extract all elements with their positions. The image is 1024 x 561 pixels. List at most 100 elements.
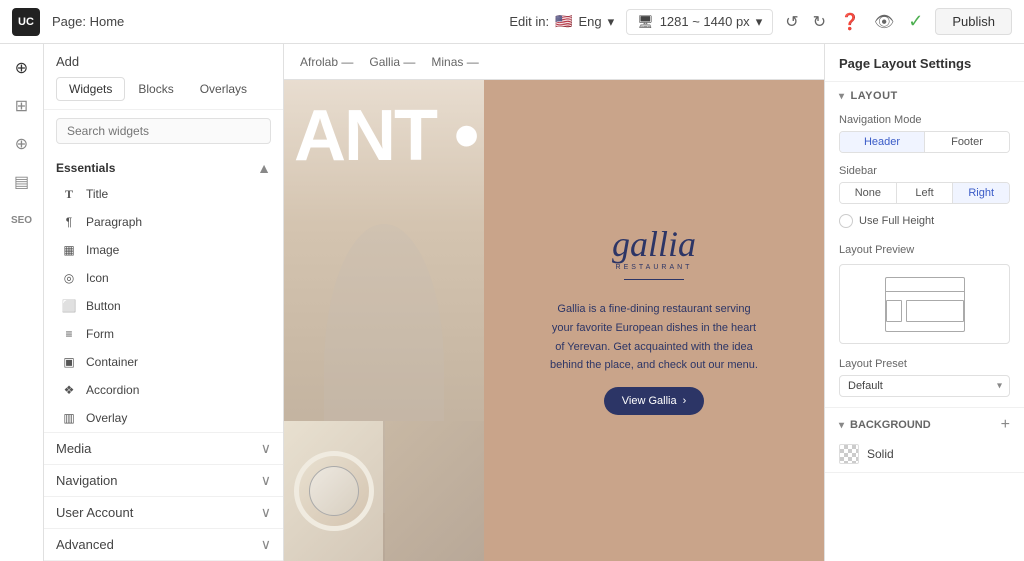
tab-widgets[interactable]: Widgets — [56, 77, 125, 101]
layout-icon[interactable]: ▤ — [6, 166, 38, 198]
layout-preset-label: Layout Preset — [839, 358, 1010, 370]
main-layout: ⊕ ⊞ ⊕ ▤ SEO Add Widgets Blocks Overlays … — [0, 44, 1024, 561]
container-icon: ▣ — [60, 353, 78, 371]
publish-button[interactable]: Publish — [935, 8, 1012, 35]
nav-item-gallia: Gallia — — [369, 55, 415, 69]
cms-icon[interactable]: ⊕ — [6, 128, 38, 160]
gallia-logo-area: gallia RESTAURANT — [612, 226, 696, 288]
list-item[interactable]: ⬜ Button — [48, 292, 279, 320]
essentials-section-header: Essentials ▲ — [44, 152, 283, 180]
bg-section: ▾ BACKGROUND + Solid — [825, 408, 1024, 473]
nav-item-afrolab: Afrolab — — [300, 55, 353, 69]
tab-overlays[interactable]: Overlays — [187, 77, 260, 101]
bg-collapse-icon: ▾ — [839, 420, 844, 431]
accordion-label: Accordion — [86, 383, 139, 397]
sidebar-none-button[interactable]: None — [840, 183, 897, 203]
layers-icon[interactable]: ⊞ — [6, 90, 38, 122]
topbar-actions: ↺ ↻ ❓ 👁 ✓ — [785, 11, 923, 32]
page-content: ANT • GALLIA RE gall — [284, 80, 824, 561]
nav-mode-group: Header Footer — [839, 131, 1010, 153]
bg-item: Solid — [825, 440, 1024, 472]
bg-section-header: ▾ BACKGROUND + — [825, 408, 1024, 440]
icon-icon: ◎ — [60, 269, 78, 287]
icon-sidebar: ⊕ ⊞ ⊕ ▤ SEO — [0, 44, 44, 561]
full-height-checkbox[interactable] — [839, 214, 853, 228]
list-item[interactable]: ¶ Paragraph — [48, 208, 279, 236]
layout-preset: Layout Preset Default — [825, 354, 1024, 407]
canvas: Afrolab — Gallia — Minas — ANT • GALLIA … — [284, 44, 824, 561]
nav-mode-label: Navigation Mode — [839, 114, 1010, 126]
view-gallia-button[interactable]: View Gallia › — [604, 387, 705, 415]
bg-add-button[interactable]: + — [1001, 416, 1010, 434]
list-item[interactable]: ◎ Icon — [48, 264, 279, 292]
list-item[interactable]: T Title — [48, 180, 279, 208]
media-chevron: ∨ — [261, 440, 271, 457]
layout-collapse-icon: ▾ — [839, 91, 845, 102]
bg-section-left: ▾ BACKGROUND — [839, 419, 931, 431]
edit-in: Edit in: 🇺🇸 Eng ▾ — [509, 13, 614, 30]
bg-checker-swatch[interactable] — [839, 444, 859, 464]
icon-label: Icon — [86, 271, 109, 285]
search-input[interactable] — [56, 118, 271, 144]
overlay-icon: ▥ — [60, 409, 78, 427]
form-icon: ≡ — [60, 325, 78, 343]
nav-header-button[interactable]: Header — [840, 132, 925, 152]
nav-mode-row: Navigation Mode Header Footer — [825, 110, 1024, 161]
screen-size-selector[interactable]: 🖥 1281 ~ 1440 px ▾ — [626, 9, 773, 35]
redo-icon[interactable]: ↻ — [813, 12, 826, 32]
tab-blocks[interactable]: Blocks — [125, 77, 186, 101]
hero-desc: Gallia is a fine-dining restaurant servi… — [549, 300, 759, 375]
list-item[interactable]: ▣ Container — [48, 348, 279, 376]
advanced-chevron: ∨ — [261, 536, 271, 553]
paragraph-label: Paragraph — [86, 215, 142, 229]
widget-panel-header: Add — [44, 44, 283, 77]
undo-icon[interactable]: ↺ — [785, 12, 798, 32]
uc-logo: UC — [12, 8, 40, 36]
widget-tabs: Widgets Blocks Overlays — [44, 77, 283, 110]
full-height-label: Use Full Height — [859, 215, 934, 227]
list-item[interactable]: ≡ Form — [48, 320, 279, 348]
seo-icon[interactable]: SEO — [6, 204, 38, 236]
layout-preview-label: Layout Preview — [839, 244, 1010, 256]
user-account-chevron: ∨ — [261, 504, 271, 521]
arrow-right-icon: › — [683, 395, 687, 407]
hero-title-overlay: ANT • GALLIA RE — [294, 100, 484, 172]
paragraph-icon: ¶ — [60, 213, 78, 231]
list-item[interactable]: ❖ Accordion — [48, 376, 279, 404]
preset-select-wrapper: Default — [839, 375, 1010, 397]
bg-type-label: Solid — [867, 447, 894, 461]
accordion-icon: ❖ — [60, 381, 78, 399]
image-label: Image — [86, 243, 119, 257]
right-panel-title: Page Layout Settings — [825, 44, 1024, 82]
preset-select[interactable]: Default — [839, 375, 1010, 397]
hero-right: gallia RESTAURANT Gallia is a fine-dinin… — [484, 80, 824, 561]
advanced-category[interactable]: Advanced ∨ — [44, 528, 283, 560]
user-account-category[interactable]: User Account ∨ — [44, 496, 283, 528]
save-status-icon: ✓ — [908, 11, 923, 32]
right-panel: Page Layout Settings ▾ LAYOUT Navigation… — [824, 44, 1024, 561]
layout-section-header[interactable]: ▾ LAYOUT — [825, 82, 1024, 110]
sidebar-right-button[interactable]: Right — [953, 183, 1009, 203]
sidebar-left-button[interactable]: Left — [897, 183, 954, 203]
help-icon[interactable]: ❓ — [840, 12, 860, 32]
button-label: Button — [86, 299, 121, 313]
canvas-area: ANT • GALLIA RE gall — [284, 80, 824, 561]
full-height-row: Use Full Height — [825, 212, 1024, 234]
essentials-toggle[interactable]: ▲ — [257, 160, 271, 176]
sidebar-row: Sidebar None Left Right — [825, 161, 1024, 212]
add-widget-icon[interactable]: ⊕ — [6, 52, 38, 84]
nav-footer-button[interactable]: Footer — [925, 132, 1009, 152]
layout-preview — [839, 264, 1010, 344]
topbar: UC Page: Home Edit in: 🇺🇸 Eng ▾ 🖥 1281 ~… — [0, 0, 1024, 44]
image-icon: ▦ — [60, 241, 78, 259]
form-label: Form — [86, 327, 114, 341]
canvas-nav: Afrolab — Gallia — Minas — — [284, 44, 824, 80]
navigation-category[interactable]: Navigation ∨ — [44, 464, 283, 496]
list-item[interactable]: ▦ Image — [48, 236, 279, 264]
monitor-icon: 🖥 — [637, 14, 654, 30]
preview-icon[interactable]: 👁 — [874, 12, 894, 32]
hero-left: ANT • GALLIA RE — [284, 80, 484, 561]
list-item[interactable]: ▥ Overlay — [48, 404, 279, 432]
widget-panel: Add Widgets Blocks Overlays Essentials ▲… — [44, 44, 284, 561]
media-category[interactable]: Media ∨ — [44, 432, 283, 464]
